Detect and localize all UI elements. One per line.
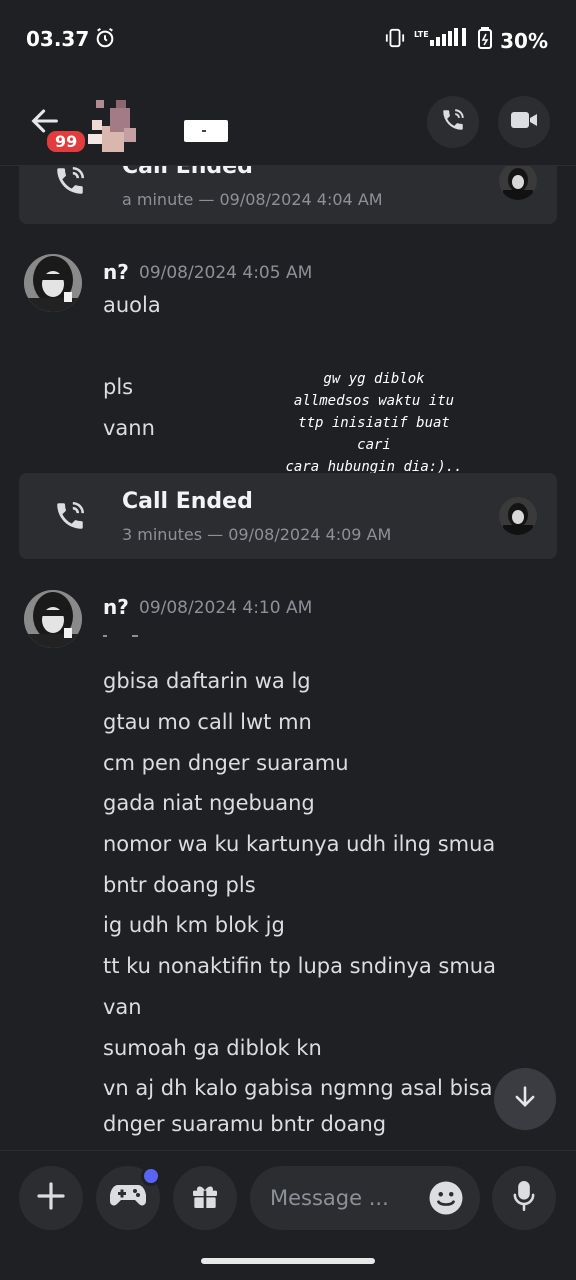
emoji-icon[interactable] — [428, 1180, 464, 1216]
signal-icon: LTE — [414, 28, 470, 53]
avatar[interactable] — [24, 590, 82, 648]
message-list[interactable]: Call Ended a minute — 09/08/2024 4:04 AM… — [0, 166, 576, 1150]
message-text[interactable]: bntr doang pls — [103, 873, 256, 897]
attach-button[interactable] — [19, 1166, 83, 1230]
jump-to-bottom-button[interactable] — [494, 1068, 556, 1130]
message-text[interactable]: gtau mo call lwt mn — [103, 710, 312, 734]
message-text[interactable]: vann — [103, 416, 155, 440]
annotation-line: gw yg diblok — [323, 371, 425, 387]
message-text[interactable]: tt ku nonaktifin tp lupa sndinya smua — [103, 954, 496, 978]
message-author[interactable]: n? — [103, 260, 129, 284]
battery-icon — [478, 26, 493, 54]
chat-header: 99 — [0, 80, 576, 166]
gift-icon — [189, 1180, 221, 1216]
voice-call-button[interactable] — [427, 96, 479, 148]
phone-icon — [440, 107, 466, 137]
message-text[interactable]: van — [103, 995, 142, 1019]
message-text[interactable]: sumoah ga diblok kn — [103, 1036, 322, 1060]
message-input-container[interactable] — [250, 1166, 480, 1230]
call-ended-title: Call Ended — [122, 166, 253, 179]
message-text[interactable]: pls — [103, 375, 133, 399]
plus-icon — [35, 1180, 67, 1216]
message-text[interactable]: dnger suaramu bntr doang — [103, 1112, 386, 1136]
redacted-text — [132, 635, 138, 637]
annotation-line: ttp inisiatif buat cari — [298, 415, 450, 453]
message-text[interactable]: auola — [103, 293, 161, 317]
message-text[interactable]: cm pen dnger suaramu — [103, 751, 349, 775]
call-ended-card[interactable]: Call Ended 3 minutes — 09/08/2024 4:09 A… — [19, 473, 557, 559]
message-text[interactable]: gbisa daftarin wa lg — [103, 669, 311, 693]
avatar[interactable] — [80, 98, 146, 164]
battery-percent: 30% — [500, 28, 548, 53]
status-indicators: LTE 30% — [384, 26, 548, 54]
home-indicator[interactable] — [201, 1258, 375, 1264]
status-time: 03.37 — [26, 27, 90, 51]
message-text[interactable]: vn aj dh kalo gabisa ngmng asal bisa — [103, 1076, 493, 1100]
call-ended-card[interactable]: Call Ended a minute — 09/08/2024 4:04 AM — [19, 166, 557, 224]
annotation-line: allmedsos waktu itu — [293, 393, 455, 409]
voice-message-button[interactable] — [492, 1166, 556, 1230]
contact-name-redacted — [184, 120, 228, 142]
message-author[interactable]: n? — [103, 595, 129, 619]
alarm-clock-icon — [94, 27, 116, 53]
svg-text:LTE: LTE — [414, 30, 429, 39]
call-ended-meta: 3 minutes — 09/08/2024 4:09 AM — [122, 525, 392, 544]
avatar[interactable] — [24, 254, 82, 312]
message-text[interactable]: gada niat ngebuang — [103, 791, 315, 815]
video-call-button[interactable] — [498, 96, 550, 148]
microphone-icon — [510, 1180, 538, 1216]
participant-avatar — [499, 166, 537, 200]
phone-icon — [53, 166, 87, 202]
message-text[interactable]: ig udh km blok jg — [103, 913, 285, 937]
gamepad-icon — [110, 1182, 146, 1214]
handwritten-annotation: gw yg diblok allmedsos waktu itu ttp ini… — [282, 368, 466, 478]
message-text[interactable]: nomor wa ku kartunya udh ilng smua — [103, 832, 495, 856]
message-timestamp: 09/08/2024 4:10 AM — [139, 598, 313, 618]
status-bar: 03.37 LTE 30% — [0, 0, 576, 80]
arrow-down-icon — [511, 1083, 539, 1115]
call-ended-meta: a minute — 09/08/2024 4:04 AM — [122, 190, 383, 209]
notification-dot — [141, 1166, 161, 1186]
call-ended-title: Call Ended — [122, 489, 253, 514]
phone-icon — [53, 499, 87, 537]
participant-avatar — [499, 497, 537, 535]
gift-button[interactable] — [173, 1166, 237, 1230]
message-composer — [0, 1150, 576, 1280]
video-camera-icon — [510, 109, 538, 135]
message-timestamp: 09/08/2024 4:05 AM — [139, 263, 313, 283]
message-input[interactable] — [270, 1182, 420, 1214]
redacted-text — [103, 635, 107, 637]
vibrate-icon — [384, 28, 406, 53]
